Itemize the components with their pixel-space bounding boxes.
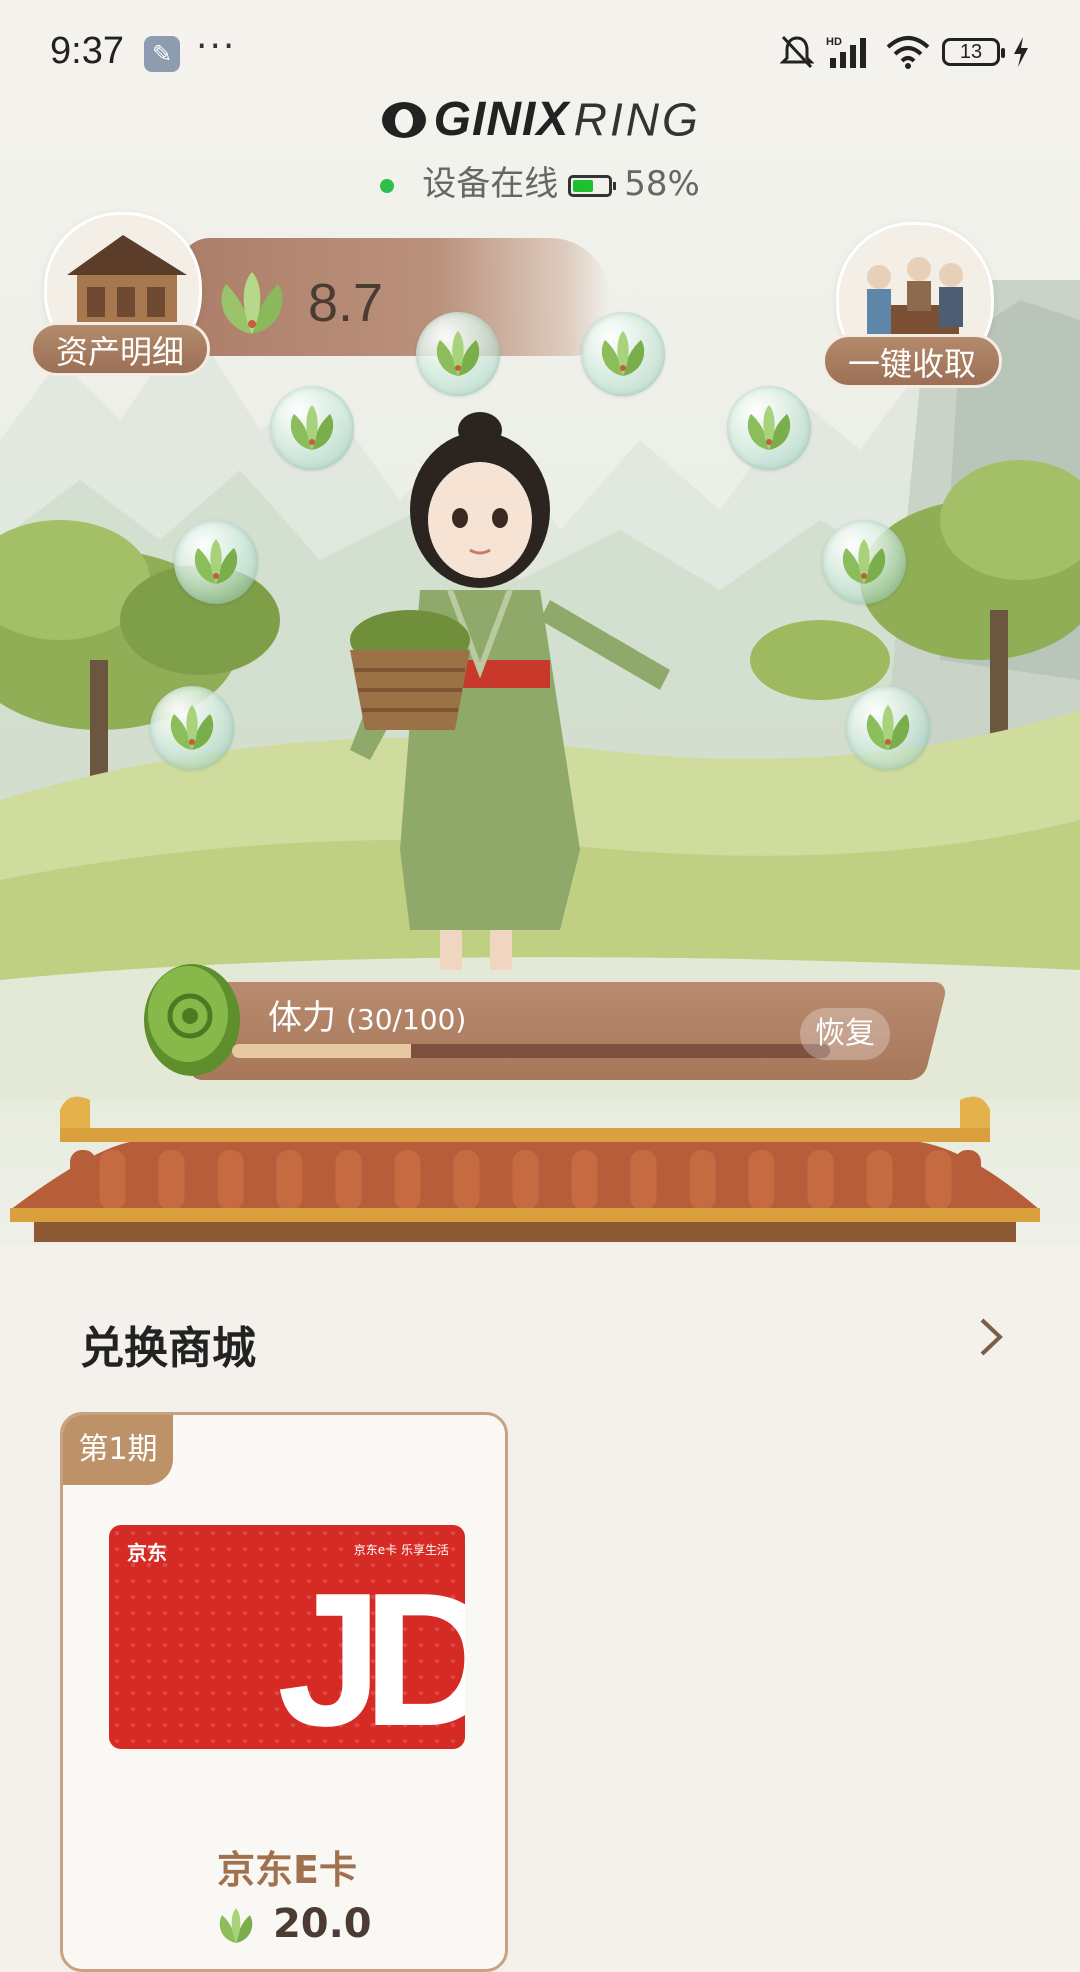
tea-leaf-icon <box>290 405 334 450</box>
roof-tile <box>217 1150 244 1210</box>
card-name: 京东E卡 <box>217 1848 357 1892</box>
roof-tile <box>601 1150 627 1210</box>
tea-leaf-icon <box>866 705 910 750</box>
brand-suffix: RING <box>573 93 701 146</box>
roof-tile <box>896 1150 922 1210</box>
leaf-bubble[interactable] <box>150 686 234 770</box>
roof-tile <box>276 1150 303 1210</box>
roof-tile <box>306 1150 332 1210</box>
brand-header: GINIX RING <box>0 92 1080 147</box>
issue-badge: 第1期 <box>63 1415 173 1485</box>
roof-tile <box>689 1150 716 1210</box>
device-status: 设备在线 58% <box>0 156 1080 205</box>
roof-tile <box>719 1150 745 1210</box>
jd-big-text: JD <box>277 1554 465 1749</box>
roof-tile <box>571 1150 598 1210</box>
tea-leaf-icon <box>221 272 283 334</box>
roof-tile <box>188 1150 214 1210</box>
roof-tile <box>748 1150 775 1210</box>
stamina-progress <box>232 1044 830 1058</box>
brand-name: GINIX <box>433 93 570 146</box>
mute-bell-icon <box>780 35 814 69</box>
product-card[interactable]: 第1期 京东 京东e卡 乐享生活 JD 京东E卡 20.0 <box>60 1412 508 1972</box>
charging-icon <box>1014 37 1028 67</box>
game-scene: 9:37 ✎ ··· HD 13 GINIX RING 设备在线 58% 8.7 <box>0 0 1080 1245</box>
roof-tile <box>70 1150 96 1210</box>
roof-tile <box>129 1150 155 1210</box>
mall-title: 兑换商城 <box>80 1323 256 1374</box>
roof-tile <box>630 1150 657 1210</box>
signal-icon: HD <box>826 36 866 68</box>
herb-basket <box>350 610 470 730</box>
leaf-bubble[interactable] <box>416 312 500 396</box>
roof-tile <box>955 1150 981 1210</box>
chevron-right-icon[interactable] <box>970 1312 1010 1362</box>
device-battery-icon <box>568 174 617 197</box>
asset-detail-button[interactable]: 资产明细 <box>30 322 210 376</box>
roof-tile <box>925 1150 952 1210</box>
leaf-bubble[interactable] <box>581 312 665 396</box>
roof-tile <box>483 1150 509 1210</box>
roof-tile <box>866 1150 893 1210</box>
roof-tile <box>247 1150 273 1210</box>
roof-tile <box>158 1150 185 1210</box>
collect-all-button[interactable]: 一键收取 <box>822 334 1002 388</box>
stamina-label: 体力 (30/100) <box>268 990 466 1039</box>
tea-leaf-icon <box>436 331 480 376</box>
leaf-bubble[interactable] <box>822 520 906 604</box>
ginix-logo-icon <box>382 101 427 138</box>
roof-tile <box>99 1150 126 1210</box>
device-status-text: 设备在线 <box>422 164 559 204</box>
stamina-value: (30/100) <box>346 1003 467 1036</box>
leaf-bubble[interactable] <box>174 520 258 604</box>
roof-tile <box>807 1150 834 1210</box>
jd-logo: 京东 <box>127 1541 167 1565</box>
status-time: 9:37 <box>50 30 124 72</box>
stamina-title: 体力 <box>268 998 336 1038</box>
online-dot-icon <box>380 178 395 193</box>
roof-tile <box>335 1150 362 1210</box>
leaf-bubble[interactable] <box>270 386 354 470</box>
svg-text:HD: HD <box>826 36 842 48</box>
roof-divider <box>10 1096 1040 1242</box>
stamina-progress-fill <box>232 1044 412 1058</box>
tea-leaf-icon <box>194 539 238 584</box>
restore-button[interactable]: 恢复 <box>800 1008 890 1060</box>
roof-tile <box>394 1150 421 1210</box>
tea-leaf-icon <box>747 405 791 450</box>
roof-tile <box>424 1150 450 1210</box>
tea-leaf-icon <box>842 539 886 584</box>
leaf-bubble[interactable] <box>846 686 930 770</box>
jd-card-image: 京东 京东e卡 乐享生活 JD <box>109 1525 465 1749</box>
card-price-value: 20.0 <box>272 1901 372 1947</box>
roof-tile <box>542 1150 568 1210</box>
device-battery-text: 58% <box>624 164 700 204</box>
tea-leaf-icon <box>170 705 214 750</box>
roof-tile <box>837 1150 863 1210</box>
balance-value: 8.7 <box>308 273 384 333</box>
wrench-icon: ✎ <box>144 36 180 72</box>
tea-leaf-icon <box>219 1908 253 1943</box>
roof-tile <box>365 1150 391 1210</box>
jade-token-icon <box>144 964 240 1076</box>
roof-tile <box>660 1150 686 1210</box>
leaf-bubble[interactable] <box>727 386 811 470</box>
more-notifications-icon: ··· <box>196 26 237 67</box>
status-battery: 13 <box>942 38 1005 66</box>
card-price: 20.0 <box>213 1901 372 1947</box>
tea-leaf-icon <box>601 331 645 376</box>
roof-tile <box>453 1150 480 1210</box>
roof-tile <box>512 1150 539 1210</box>
wifi-icon <box>886 36 930 69</box>
roof-tile <box>778 1150 804 1210</box>
